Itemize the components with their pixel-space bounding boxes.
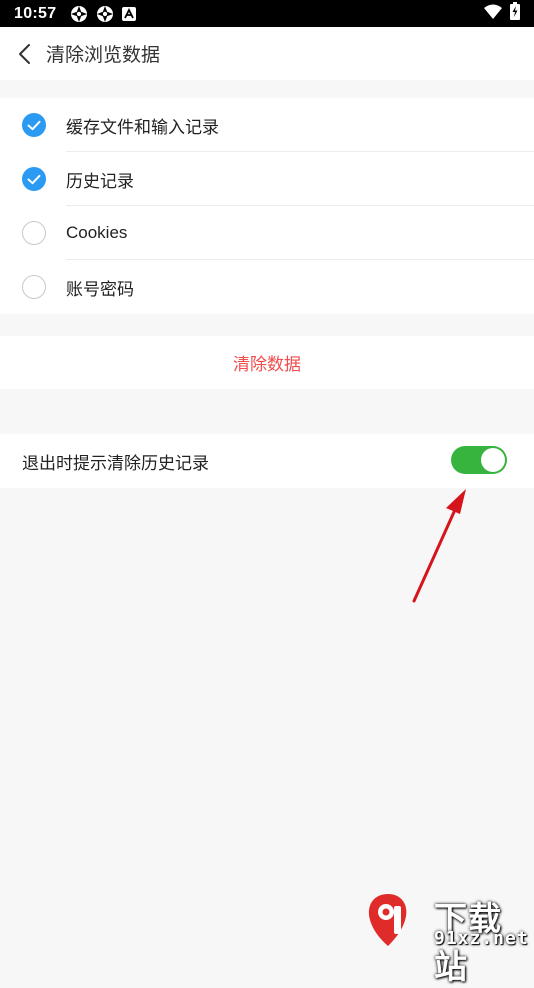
watermark: 下载站 91xz.net xyxy=(364,890,534,986)
watermark-domain: 91xz.net xyxy=(434,928,529,949)
annotation-arrow xyxy=(412,489,466,603)
logo-icon xyxy=(368,894,407,946)
